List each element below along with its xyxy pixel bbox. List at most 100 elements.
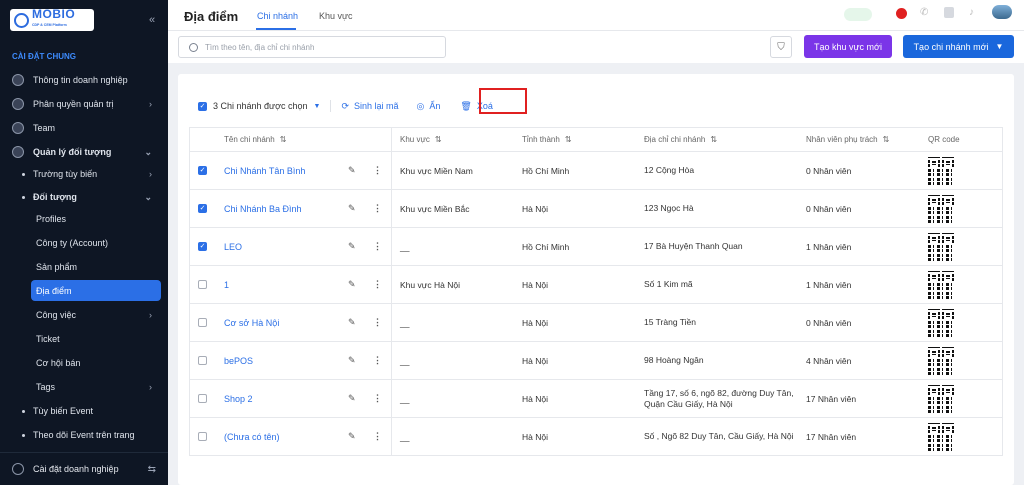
row-checkbox[interactable]: ✓ <box>198 204 207 213</box>
filter-button[interactable]: ⛉ <box>770 36 792 58</box>
branch-name-link[interactable]: bePOS <box>224 342 253 379</box>
select-all-checkbox[interactable]: ✓ <box>198 101 207 111</box>
sidebar-item-company-info[interactable]: Thông tin doanh nghiệp <box>0 69 168 91</box>
qr-code-icon[interactable] <box>928 308 954 337</box>
row-checkbox[interactable] <box>198 318 207 327</box>
qr-code-icon[interactable] <box>928 270 954 299</box>
call-status-icon[interactable] <box>844 7 872 21</box>
brand-name: MOBIO <box>32 7 76 21</box>
region-cell: Khu vực Hà Nội <box>400 279 461 290</box>
branch-name-link[interactable]: Cơ sở Hà Nội <box>224 304 279 341</box>
tab-regions[interactable]: Khu vực <box>319 11 353 21</box>
more-icon[interactable]: ⋮ <box>373 304 382 341</box>
col-name[interactable]: Tên chi nhánh ⇅ <box>224 128 286 151</box>
bell-icon[interactable]: ♪ <box>969 7 974 18</box>
hide-button[interactable]: ◎ Ẩn <box>417 101 441 112</box>
staff-cell: 0 Nhân viên <box>806 317 852 328</box>
col-province[interactable]: Tỉnh thành ⇅ <box>522 128 572 151</box>
qr-code-icon[interactable] <box>928 346 954 375</box>
row-checkbox[interactable]: ✓ <box>198 242 207 251</box>
help-icon[interactable] <box>944 7 954 18</box>
address-cell: 123 Ngọc Hà <box>644 203 694 213</box>
row-checkbox[interactable] <box>198 394 207 403</box>
branch-name-link[interactable]: (Chưa có tên) <box>224 418 280 455</box>
row-checkbox[interactable]: ✓ <box>198 166 207 175</box>
sidebar-bottom[interactable]: Cài đặt doanh nghiệp ⇆ <box>0 452 168 485</box>
edit-icon[interactable]: ✎ <box>348 228 356 265</box>
sidebar-item-entities[interactable]: Đối tượng ⌄ <box>0 186 168 208</box>
branch-name-link[interactable]: Chi Nhánh Ba Đình <box>224 190 302 227</box>
selection-dropdown[interactable]: ✓ 3 Chi nhánh được chọn ▼ <box>198 101 320 111</box>
row-checkbox[interactable] <box>198 280 207 289</box>
region-cell: __ <box>400 241 410 252</box>
col-region[interactable]: Khu vực ⇅ <box>400 128 442 151</box>
table-row[interactable]: Cơ sở Hà Nội ✎ ⋮ __ Hà Nội 15 Tràng Tiền 0 Nhâ… <box>190 304 1002 342</box>
sidebar-item-ticket[interactable]: Ticket <box>0 328 168 350</box>
more-icon[interactable]: ⋮ <box>373 418 382 455</box>
sidebar-item-locations[interactable]: Địa điểm <box>0 280 168 302</box>
sidebar-item-products[interactable]: Sản phẩm <box>0 256 168 278</box>
branch-name-link[interactable]: LEO <box>224 228 242 265</box>
search-input[interactable]: Tìm theo tên, địa chỉ chi nhánh <box>178 36 446 58</box>
qr-code-icon[interactable] <box>928 194 954 223</box>
edit-icon[interactable]: ✎ <box>348 342 356 379</box>
edit-icon[interactable]: ✎ <box>348 190 356 227</box>
table-row[interactable]: ✓ Chi Nhánh Ba Đình ✎ ⋮ Khu vực Miền Bắc Hà N… <box>190 190 1002 228</box>
edit-icon[interactable]: ✎ <box>348 418 356 455</box>
col-staff[interactable]: Nhân viên phụ trách ⇅ <box>806 128 889 151</box>
create-region-button[interactable]: Tạo khu vực mới <box>804 35 892 58</box>
search-icon <box>189 42 198 52</box>
more-icon[interactable]: ⋮ <box>373 266 382 303</box>
more-icon[interactable]: ⋮ <box>373 342 382 379</box>
more-icon[interactable]: ⋮ <box>373 228 382 265</box>
province-cell: Hà Nội <box>522 393 548 404</box>
branch-name-link[interactable]: Shop 2 <box>224 380 253 417</box>
create-branch-button[interactable]: Tạo chi nhánh mới ▼ <box>903 35 1014 58</box>
sidebar-item-deals[interactable]: Cơ hội bán <box>0 352 168 374</box>
more-icon[interactable]: ⋮ <box>373 190 382 227</box>
edit-icon[interactable]: ✎ <box>348 152 356 189</box>
vietnam-flag-icon[interactable] <box>896 8 907 19</box>
edit-icon[interactable]: ✎ <box>348 266 356 303</box>
regenerate-code-button[interactable]: ⟳ Sinh lại mã <box>341 101 398 112</box>
edit-icon[interactable]: ✎ <box>348 380 356 417</box>
qr-code-icon[interactable] <box>928 232 954 261</box>
table-row[interactable]: ✓ LEO ✎ ⋮ __ Hồ Chí Minh 17 Bà Huyện Thanh Qua… <box>190 228 1002 266</box>
table-row[interactable]: 1 ✎ ⋮ Khu vực Hà Nội Hà Nội Số 1 Kim mã 1 Nhân… <box>190 266 1002 304</box>
table-row[interactable]: Shop 2 ✎ ⋮ __ Hà Nội Tầng 17, số 6, ngõ 82, đ… <box>190 380 1002 418</box>
sidebar-item-team[interactable]: Team <box>0 117 168 139</box>
table-row[interactable]: ✓ Chi Nhánh Tân Bình ✎ ⋮ Khu vực Miền Nam Hồ … <box>190 152 1002 190</box>
more-icon[interactable]: ⋮ <box>373 380 382 417</box>
refresh-icon: ⟳ <box>341 100 349 111</box>
row-checkbox[interactable] <box>198 356 207 365</box>
sidebar-item-custom-event[interactable]: Tùy biến Event <box>0 400 168 422</box>
mobio-logo[interactable]: MOBIO CDP & CEM Platform <box>10 7 94 31</box>
sidebar-item-account[interactable]: Công ty (Account) <box>0 232 168 254</box>
qr-code-icon[interactable] <box>928 384 954 413</box>
region-cell: Khu vực Miền Nam <box>400 165 473 176</box>
avatar[interactable] <box>992 5 1012 19</box>
branch-name-link[interactable]: Chi Nhánh Tân Bình <box>224 152 305 189</box>
sidebar-item-permissions[interactable]: Phân quyền quản trị › <box>0 93 168 115</box>
sidebar-item-tasks[interactable]: Công việc › <box>0 304 168 326</box>
more-icon[interactable]: ⋮ <box>373 152 382 189</box>
sidebar-item-custom-fields[interactable]: Trường tùy biến › <box>0 163 168 185</box>
row-checkbox[interactable] <box>198 432 207 441</box>
switch-icon[interactable]: ⇆ <box>148 464 156 475</box>
sidebar-item-profiles[interactable]: Profiles <box>0 208 168 230</box>
collapse-sidebar-icon[interactable]: « <box>149 14 155 26</box>
sidebar-item-tags[interactable]: Tags › <box>0 376 168 398</box>
branch-name-link[interactable]: 1 <box>224 266 229 303</box>
trash-icon: 🗑 <box>460 100 472 111</box>
sidebar-item-track-event[interactable]: Theo dõi Event trên trang <box>0 424 168 446</box>
col-address[interactable]: Địa chỉ chi nhánh ⇅ <box>644 128 717 151</box>
table-row[interactable]: bePOS ✎ ⋮ __ Hà Nội 98 Hoàng Ngân 4 Nhân viên <box>190 342 1002 380</box>
qr-code-icon[interactable] <box>928 422 954 451</box>
region-cell: __ <box>400 393 410 404</box>
tab-branches[interactable]: Chi nhánh <box>257 11 298 21</box>
phone-icon[interactable]: ✆ <box>920 7 928 18</box>
edit-icon[interactable]: ✎ <box>348 304 356 341</box>
qr-code-icon[interactable] <box>928 156 954 185</box>
table-row[interactable]: (Chưa có tên) ✎ ⋮ __ Hà Nội Số , Ngõ 82 Duy T… <box>190 418 1002 456</box>
sidebar-item-objects[interactable]: Quản lý đối tượng ⌄ <box>0 141 168 163</box>
